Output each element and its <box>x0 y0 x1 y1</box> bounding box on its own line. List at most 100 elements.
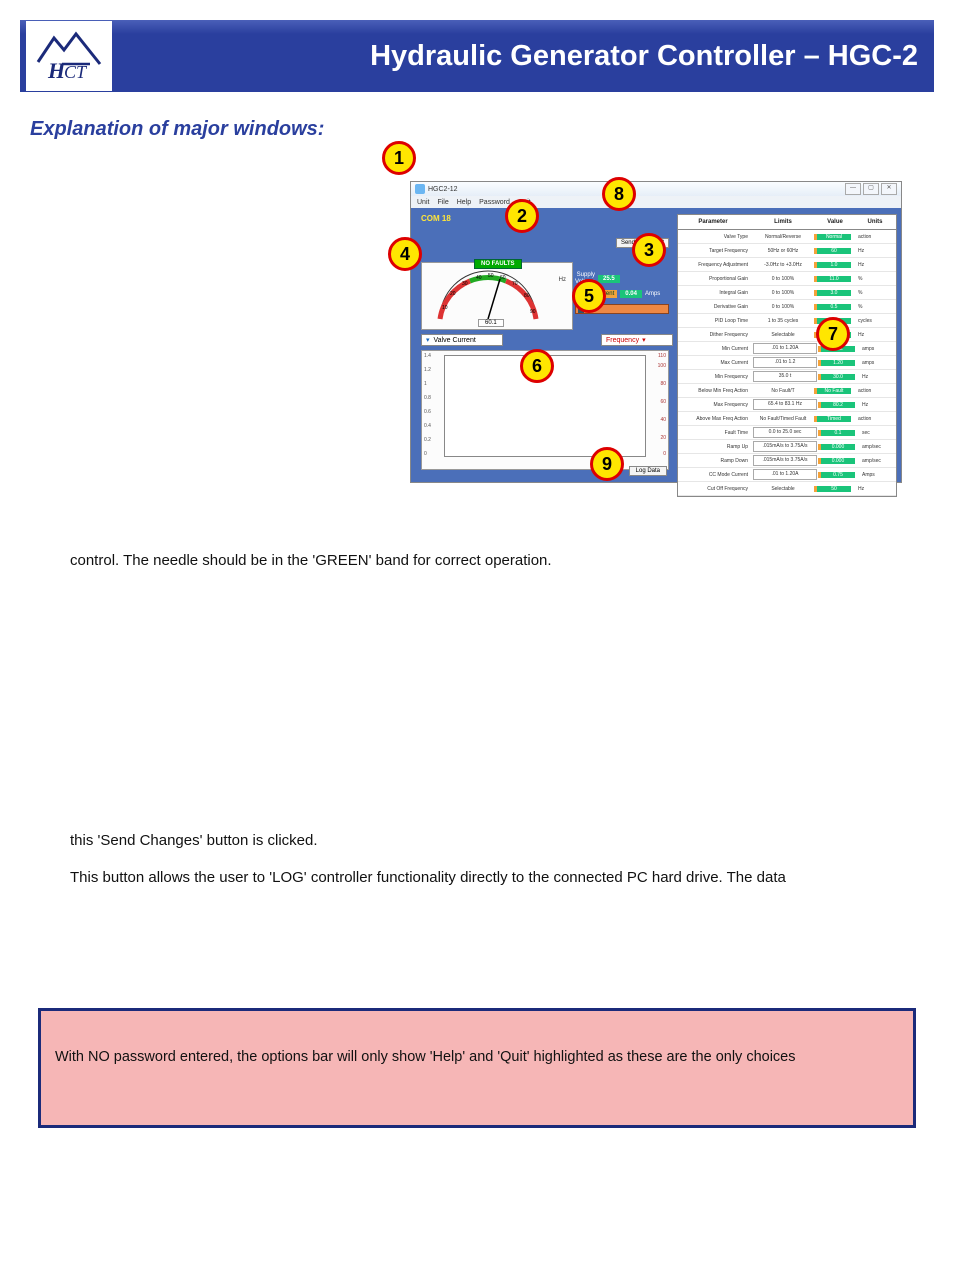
cell-parameter: Cut Off Frequency <box>678 486 752 492</box>
cell-units: Hz <box>860 402 896 408</box>
callout-2: 2 <box>505 199 539 233</box>
callout-1: 1 <box>382 141 416 175</box>
close-button[interactable]: ✕ <box>881 183 897 195</box>
table-row: Above Max Freq ActionNo Fault/Timed Faul… <box>678 412 896 426</box>
cell-value[interactable]: 0.1 <box>818 430 860 436</box>
cell-value[interactable]: 50 <box>814 486 856 492</box>
minimize-button[interactable]: — <box>845 183 861 195</box>
cell-units: cycles <box>856 318 892 324</box>
chart-yl-tick: 0 <box>424 451 427 457</box>
cell-value[interactable]: Timed <box>814 416 856 422</box>
chart-yr-tick: 20 <box>660 435 666 441</box>
page-title: Hydraulic Generator Controller – HGC-2 <box>370 40 918 73</box>
cell-value[interactable]: 30.0 <box>818 374 860 380</box>
callout-4: 4 <box>388 237 422 271</box>
supply-voltage-value: 25.5 <box>598 275 620 283</box>
gauge-value: 60.1 <box>478 319 504 327</box>
menu-help[interactable]: Help <box>457 199 471 206</box>
table-row: Fault Time0.0 to 25.0 sec0.1sec <box>678 426 896 440</box>
chart-yl-tick: 1 <box>424 381 427 387</box>
hct-logo: H C T <box>26 21 112 91</box>
cell-limits[interactable]: .01 to 1.20A <box>753 469 817 480</box>
callout-6: 6 <box>520 349 554 383</box>
cell-limits: Normal/Reverse <box>752 234 814 240</box>
cell-value[interactable]: 3.0 <box>814 290 856 296</box>
cell-value[interactable]: 0.000 <box>818 444 860 450</box>
cell-units: Hz <box>856 262 892 268</box>
frequency-gauge: NO FAULTS 0 10 20 30 40 50 60 <box>421 262 573 330</box>
cell-limits: 0 to 100% <box>752 276 814 282</box>
valve-current-value: 0.04 <box>620 290 642 298</box>
cell-limits[interactable]: .015mA/s to 3.75A/s <box>753 441 817 452</box>
cell-limits[interactable]: .01 to 1.20A <box>753 343 817 354</box>
menu-password[interactable]: Password <box>479 199 510 206</box>
table-row: PID Loop Time1 to 35 cycles8cycles <box>678 314 896 328</box>
svg-text:80: 80 <box>524 293 530 299</box>
callout-5: 5 <box>572 279 606 313</box>
cell-units: % <box>856 276 892 282</box>
chart-yl-tick: 0.8 <box>424 395 431 401</box>
cell-units: % <box>856 304 892 310</box>
cell-value[interactable]: 1.20 <box>818 360 860 366</box>
callout-8: 8 <box>602 177 636 211</box>
cell-parameter: Ramp Down <box>678 458 752 464</box>
chart-yl-tick: 1.2 <box>424 367 431 373</box>
log-data-button[interactable]: Log Data <box>629 466 667 476</box>
cell-units: Hz <box>856 248 892 254</box>
cell-limits: Selectable <box>752 332 814 338</box>
right-axis-dropdown[interactable]: Frequency▾ <box>601 334 673 346</box>
hz-unit-label: Hz <box>559 277 566 283</box>
cell-limits: No Fault/Timed Fault <box>752 416 814 422</box>
window-title: HGC2-12 <box>428 186 458 193</box>
chart-yr-tick: 80 <box>660 381 666 387</box>
table-row: Cut Off FrequencySelectable50Hz <box>678 482 896 496</box>
cell-units: sec <box>860 430 896 436</box>
table-row: Frequency Adjustment-3.0Hz to +3.0Hz1.0H… <box>678 258 896 272</box>
right-axis-dropdown-label: Frequency <box>606 337 639 344</box>
cell-parameter: Derivative Gain <box>678 304 752 310</box>
cell-value[interactable]: 60 <box>814 248 856 254</box>
cell-value[interactable]: 80.2 <box>818 402 860 408</box>
cell-limits: No Fault/T <box>752 388 814 394</box>
cell-limits[interactable]: 35.0 t <box>753 371 817 382</box>
col-units: Units <box>856 219 892 225</box>
callout-3: 3 <box>632 233 666 267</box>
callout-9: 9 <box>590 447 624 481</box>
cell-parameter: PID Loop Time <box>678 318 752 324</box>
table-row: Ramp Up.015mA/s to 3.75A/s0.000amp/sec <box>678 440 896 454</box>
cell-value[interactable]: 0.5 <box>814 304 856 310</box>
cell-units: action <box>856 234 892 240</box>
cell-units: action <box>856 388 892 394</box>
password-note-box: With NO password entered, the options ba… <box>38 1008 916 1128</box>
cell-units: Hz <box>860 374 896 380</box>
cell-value[interactable]: 0.75 <box>818 472 860 478</box>
cell-parameter: Dither Frequency <box>678 332 752 338</box>
maximize-button[interactable]: ▢ <box>863 183 879 195</box>
cell-value[interactable]: No Fault <box>814 388 856 394</box>
chart-yr-tick: 100 <box>658 363 666 369</box>
cell-value[interactable]: Normal <box>814 234 856 240</box>
cell-limits[interactable]: 0.0 to 25.0 sec <box>753 427 817 438</box>
cell-units: % <box>856 290 892 296</box>
app-icon <box>415 184 425 194</box>
chart-yr-tick: 60 <box>660 399 666 405</box>
menu-file[interactable]: File <box>437 199 448 206</box>
cell-limits[interactable]: 65.4 to 83.1 Hz <box>753 399 817 410</box>
cell-value[interactable]: 1.0 <box>814 262 856 268</box>
cell-value[interactable]: 11.0 <box>814 276 856 282</box>
table-row: Proportional Gain0 to 100%11.0% <box>678 272 896 286</box>
cell-limits: Selectable <box>752 486 814 492</box>
password-note-text: With NO password entered, the options ba… <box>55 1049 796 1065</box>
chart-yl-tick: 0.2 <box>424 437 431 443</box>
svg-text:60: 60 <box>500 275 506 281</box>
cell-value[interactable]: 0.000 <box>818 458 860 464</box>
left-axis-dropdown[interactable]: ▾Valve Current <box>421 334 503 346</box>
cell-units: action <box>856 416 892 422</box>
section-heading: Explanation of major windows: <box>30 118 954 141</box>
table-row: Min Frequency35.0 t30.0Hz <box>678 370 896 384</box>
menu-unit[interactable]: Unit <box>417 199 429 206</box>
cell-limits[interactable]: .015mA/s to 3.75A/s <box>753 455 817 466</box>
cell-limits: -3.0Hz to +3.0Hz <box>752 262 814 268</box>
cell-limits[interactable]: .01 to 1.2 <box>753 357 817 368</box>
body-paragraph-1: control. The needle should be in the 'GR… <box>70 551 894 571</box>
